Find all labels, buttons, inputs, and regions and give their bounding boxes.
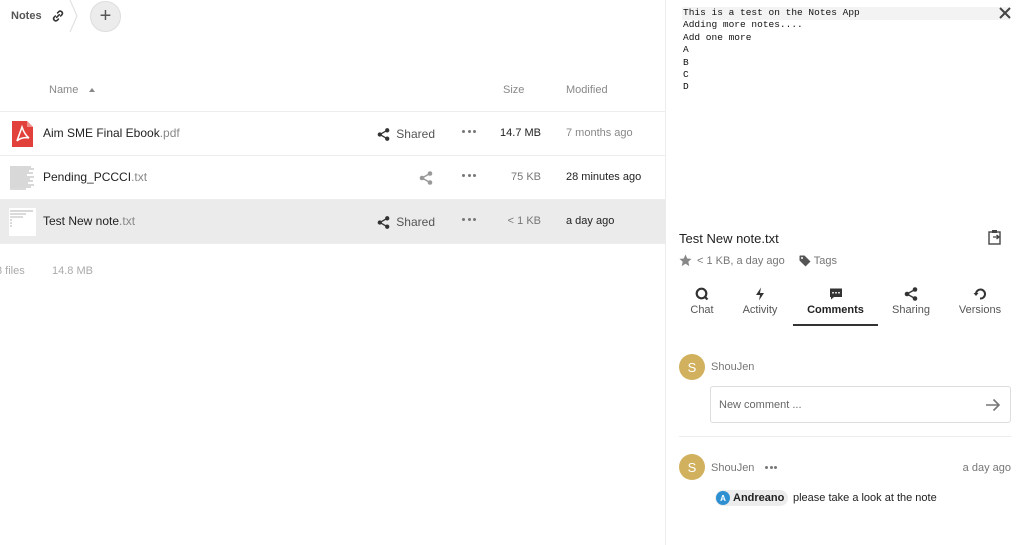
- comment-avatar: S: [679, 454, 705, 480]
- tab-activity[interactable]: Activity: [725, 287, 795, 325]
- text-file-thumbnail: [9, 208, 36, 236]
- column-modified[interactable]: Modified: [566, 84, 608, 96]
- share-button[interactable]: Shared: [377, 215, 435, 229]
- share-button[interactable]: Shared: [377, 127, 435, 141]
- shared-label: Shared: [396, 127, 435, 141]
- file-row[interactable]: Aim SME Final Ebook.pdf Shared 14.7 MB 7…: [0, 111, 666, 155]
- sidebar-tabs: Chat Activity Comments Sharing Versions: [667, 287, 1024, 327]
- file-list-header: Name Size Modified: [0, 82, 666, 102]
- details-sidebar: This is a test on the Notes App Adding m…: [667, 0, 1024, 545]
- pdf-icon: [12, 121, 33, 147]
- current-user-name: ShouJen: [711, 361, 755, 373]
- share-icon: [377, 127, 390, 141]
- file-modified: 7 months ago: [566, 127, 633, 139]
- file-size: 75 KB: [511, 171, 541, 183]
- breadcrumb-chevron-icon: [69, 0, 78, 32]
- file-modified: a day ago: [566, 215, 615, 227]
- tab-comments[interactable]: Comments: [793, 287, 878, 326]
- tags-label: Tags: [813, 254, 838, 267]
- file-row-selected[interactable]: Test New note.txt Shared < 1 KB a day ag…: [0, 199, 666, 243]
- mention-avatar: A: [716, 491, 730, 505]
- breadcrumb-folder[interactable]: Notes: [11, 10, 42, 22]
- shared-label: Shared: [396, 215, 435, 229]
- more-actions-icon[interactable]: [462, 218, 476, 224]
- more-actions-icon[interactable]: [462, 130, 476, 136]
- comments-icon: [829, 288, 842, 300]
- share-icon[interactable]: [419, 171, 433, 185]
- column-name[interactable]: Name: [49, 84, 78, 96]
- history-icon: [973, 288, 986, 300]
- sort-ascending-icon: [89, 88, 95, 92]
- file-modified: 28 minutes ago: [566, 171, 642, 183]
- mention-name: Andreano: [733, 492, 785, 504]
- file-name[interactable]: Aim SME Final Ebook.pdf: [43, 126, 180, 140]
- breadcrumb: Notes: [0, 0, 79, 32]
- text-file-thumbnail: [9, 164, 36, 192]
- comment-more-icon[interactable]: [765, 466, 777, 470]
- user-mention[interactable]: A Andreano: [715, 490, 789, 506]
- file-preview: This is a test on the Notes App Adding m…: [683, 7, 860, 93]
- files-app: Notes + Name Size Modified Aim SME Final…: [0, 0, 1024, 545]
- activity-icon: [756, 287, 764, 301]
- file-meta: < 1 KB, a day ago Tags: [679, 254, 837, 267]
- share-icon: [377, 215, 390, 229]
- file-size: 14.7 MB: [500, 127, 541, 139]
- file-name[interactable]: Pending_PCCCI.txt: [43, 170, 147, 184]
- comments-divider: [679, 436, 1011, 437]
- comment-time: a day ago: [962, 462, 1011, 474]
- clipboard-icon[interactable]: [988, 229, 1002, 245]
- new-comment-input[interactable]: [719, 396, 979, 414]
- row-divider: [0, 243, 666, 244]
- send-arrow-icon[interactable]: [985, 398, 1001, 412]
- column-size[interactable]: Size: [503, 84, 524, 96]
- file-count: 3 files: [0, 265, 25, 277]
- file-size: < 1 KB: [507, 215, 541, 227]
- tab-versions[interactable]: Versions: [945, 287, 1015, 325]
- tags-button[interactable]: Tags: [799, 255, 837, 267]
- sidebar-file-name: Test New note.txt: [679, 231, 779, 246]
- chat-icon: [695, 287, 709, 301]
- tag-icon: [799, 255, 811, 266]
- avatar: S: [679, 354, 705, 380]
- file-size-date: < 1 KB, a day ago: [697, 254, 785, 267]
- file-row[interactable]: Pending_PCCCI.txt 75 KB 28 minutes ago: [0, 155, 666, 199]
- total-size: 14.8 MB: [52, 265, 93, 277]
- share-icon: [904, 287, 918, 301]
- add-new-button[interactable]: +: [90, 1, 121, 32]
- more-actions-icon[interactable]: [462, 174, 476, 180]
- link-icon[interactable]: [51, 9, 65, 23]
- star-icon[interactable]: [679, 254, 692, 267]
- close-icon[interactable]: [998, 6, 1012, 20]
- comment-author: ShouJen: [711, 462, 755, 474]
- new-comment-box: [710, 386, 1011, 423]
- tab-sharing[interactable]: Sharing: [876, 287, 946, 325]
- plus-icon: +: [99, 5, 112, 27]
- comment-text: please take a look at the note: [793, 492, 937, 504]
- file-name[interactable]: Test New note.txt: [43, 214, 135, 228]
- file-list-panel: Notes + Name Size Modified Aim SME Final…: [0, 0, 666, 545]
